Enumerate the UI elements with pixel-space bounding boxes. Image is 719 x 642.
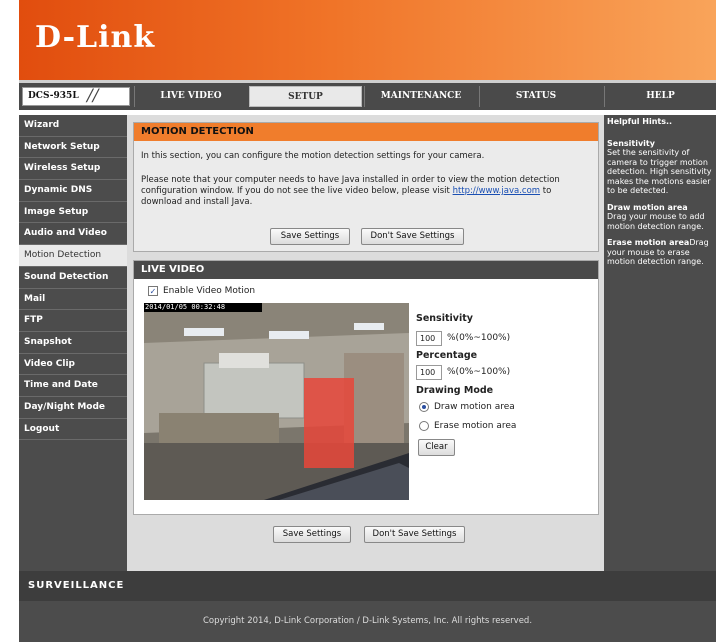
draw-motion-area-radio[interactable] — [419, 402, 429, 412]
dont-save-button-bottom[interactable]: Don't Save Settings — [364, 526, 465, 543]
top-nav: DCS-935L // LIVE VIDEO SETUP MAINTENANCE… — [19, 83, 716, 110]
intro-text: In this section, you can configure the m… — [141, 151, 485, 161]
hint-draw: Draw motion area Drag your mouse to add … — [607, 203, 713, 232]
java-note-line2: configuration window. If you do not see … — [141, 186, 551, 197]
sidebar-item-wireless-setup[interactable]: Wireless Setup — [19, 158, 127, 181]
sidebar-item-motion-detection[interactable]: Motion Detection — [19, 245, 127, 267]
sidebar-item-day-night[interactable]: Day/Night Mode — [19, 397, 127, 419]
percentage-input[interactable]: 100 — [416, 365, 442, 380]
erase-motion-area-radio[interactable] — [419, 421, 429, 431]
live-video-title: LIVE VIDEO — [134, 261, 598, 279]
sensitivity-range: %(0%~100%) — [447, 333, 511, 343]
hint-erase: Erase motion areaDrag your mouse to eras… — [607, 238, 713, 267]
motion-detection-title: MOTION DETECTION — [134, 123, 598, 141]
video-frame-image — [144, 303, 409, 500]
sidebar-item-image-setup[interactable]: Image Setup — [19, 202, 127, 224]
java-note-line2-suffix: to — [540, 186, 552, 196]
dont-save-button-top[interactable]: Don't Save Settings — [361, 228, 464, 245]
tab-setup[interactable]: SETUP — [249, 86, 362, 107]
sidebar-item-ftp[interactable]: FTP — [19, 310, 127, 332]
percentage-label: Percentage — [416, 350, 478, 361]
drawing-mode-label: Drawing Mode — [416, 385, 494, 396]
tab-status[interactable]: STATUS — [479, 86, 592, 107]
enable-video-motion-checkbox[interactable]: ✓ — [148, 286, 158, 296]
tab-help[interactable]: HELP — [604, 86, 716, 107]
model-slash-decoration: // — [87, 86, 99, 106]
tab-live-video[interactable]: LIVE VIDEO — [134, 86, 247, 107]
java-link[interactable]: http://www.java.com — [453, 186, 540, 196]
clear-button[interactable]: Clear — [418, 439, 455, 456]
save-settings-button-bottom[interactable]: Save Settings — [273, 526, 351, 543]
hint-sensitivity-text: Set the sensitivity of camera to trigger… — [607, 148, 712, 195]
java-note-line3: download and install Java. — [141, 197, 253, 207]
hint-draw-text: Drag your mouse to add motion detection … — [607, 212, 705, 231]
setup-sidebar: Wizard Network Setup Wireless Setup Dyna… — [19, 115, 127, 571]
sidebar-item-wizard[interactable]: Wizard — [19, 115, 127, 137]
dlink-logo: D-Link — [35, 20, 156, 55]
hint-sensitivity-title: Sensitivity — [607, 138, 655, 148]
erase-motion-area-label: Erase motion area — [434, 421, 517, 431]
header-banner: D-Link — [19, 0, 716, 80]
percentage-range: %(0%~100%) — [447, 367, 511, 377]
sidebar-item-logout[interactable]: Logout — [19, 419, 127, 441]
sidebar-item-network-setup[interactable]: Network Setup — [19, 137, 127, 159]
sidebar-item-dynamic-dns[interactable]: Dynamic DNS — [19, 180, 127, 202]
tab-maintenance[interactable]: MAINTENANCE — [364, 86, 477, 107]
sidebar-item-audio-video[interactable]: Audio and Video — [19, 223, 127, 246]
hint-draw-title: Draw motion area — [607, 202, 688, 212]
sidebar-item-snapshot[interactable]: Snapshot — [19, 332, 127, 354]
java-note-line2-text: configuration window. If you do not see … — [141, 186, 453, 196]
sidebar-item-sound-detection[interactable]: Sound Detection — [19, 267, 127, 289]
live-video-panel: LIVE VIDEO ✓ Enable Video Motion 2014/01… — [133, 260, 599, 515]
hint-sensitivity: Sensitivity Set the sensitivity of camer… — [607, 139, 713, 196]
main-content: MOTION DETECTION In this section, you ca… — [127, 115, 604, 571]
video-timestamp: 2014/01/05 00:32:48 — [145, 303, 226, 311]
draw-motion-area-label: Draw motion area — [434, 402, 515, 412]
helpful-hints-panel: Helpful Hints.. Sensitivity Set the sens… — [604, 115, 716, 571]
copyright-text: Copyright 2014, D-Link Corporation / D-L… — [19, 601, 716, 642]
footer-brand-bar: SURVEILLANCE — [19, 571, 716, 601]
motion-detection-panel: MOTION DETECTION In this section, you ca… — [133, 122, 599, 252]
model-label: DCS-935L — [28, 91, 79, 101]
sidebar-item-mail[interactable]: Mail — [19, 289, 127, 311]
enable-video-motion-label: Enable Video Motion — [163, 286, 256, 296]
sidebar-item-video-clip[interactable]: Video Clip — [19, 354, 127, 376]
sensitivity-input[interactable]: 100 — [416, 331, 442, 346]
surveillance-label: SURVEILLANCE — [28, 580, 125, 591]
live-video-feed[interactable]: 2014/01/05 00:32:48 — [144, 303, 409, 500]
sidebar-item-time-date[interactable]: Time and Date — [19, 375, 127, 397]
java-note-line1: Please note that your computer needs to … — [141, 175, 560, 185]
hint-erase-title: Erase motion area — [607, 238, 690, 247]
model-badge: DCS-935L // — [22, 86, 130, 106]
hints-title: Helpful Hints.. — [607, 117, 673, 126]
sensitivity-label: Sensitivity — [416, 313, 473, 324]
save-settings-button-top[interactable]: Save Settings — [270, 228, 350, 245]
